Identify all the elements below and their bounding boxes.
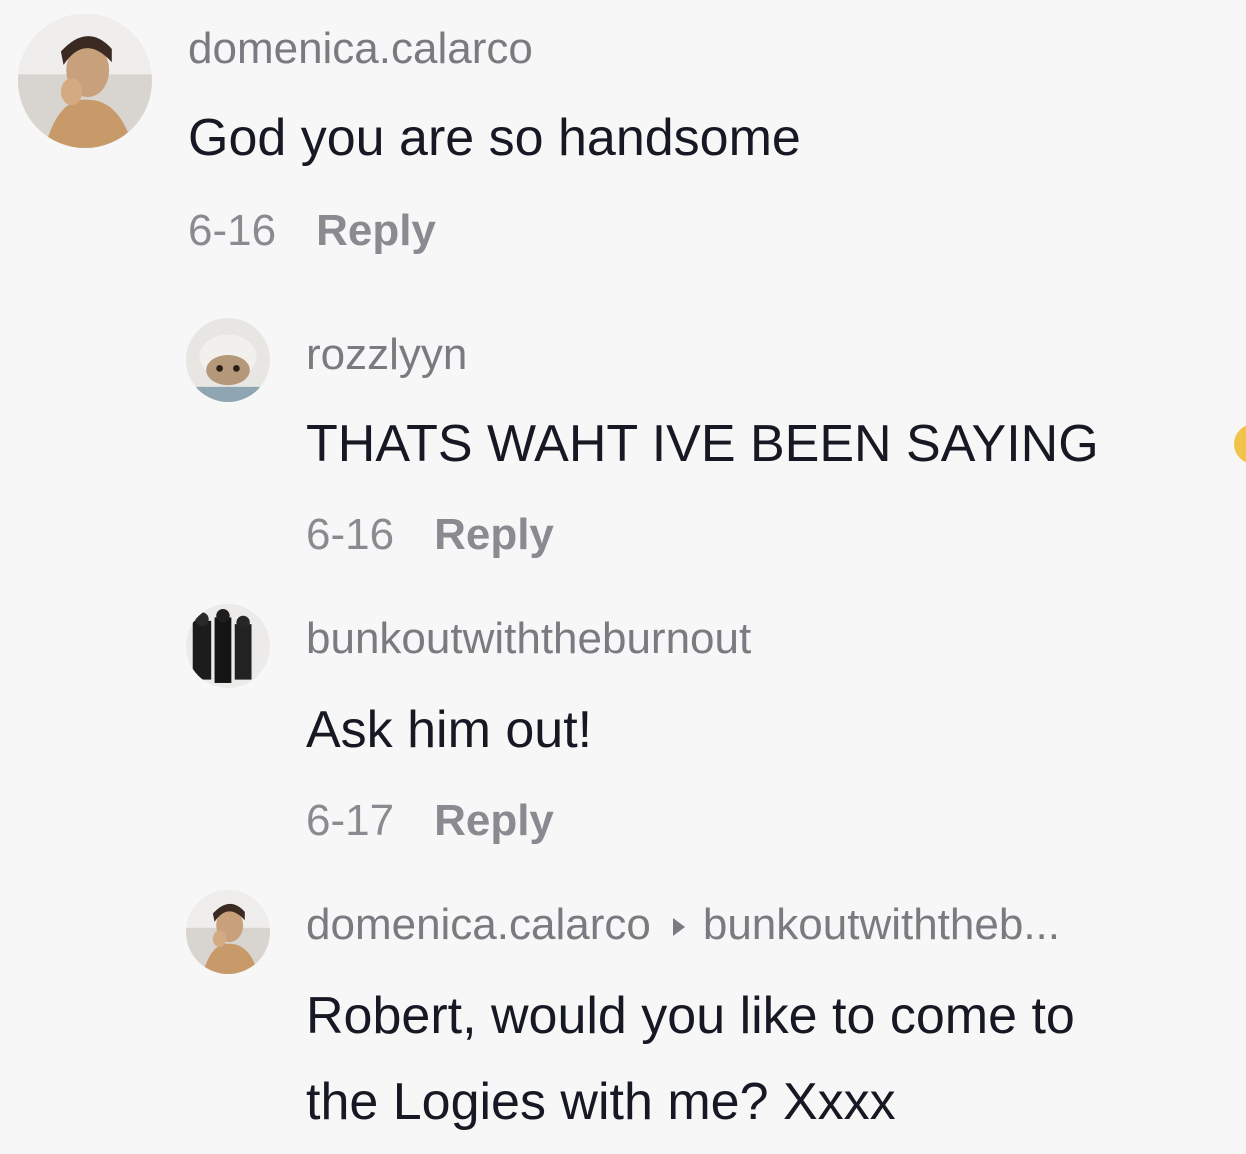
comment-username[interactable]: domenica.calarco: [306, 900, 651, 949]
comment-text-line: the Logies with me? Xxxx: [306, 1073, 896, 1131]
comment-text: THATS WAHT IVE BEEN SAYING: [306, 415, 1099, 473]
comment-username-line: domenica.calarco bunkoutwiththeb...: [306, 900, 1060, 950]
reply-to-username[interactable]: bunkoutwiththeb...: [703, 900, 1060, 949]
comment-text-line: Robert, would you like to come to: [306, 987, 1075, 1045]
reply-button[interactable]: Reply: [434, 510, 554, 559]
comment-username[interactable]: bunkoutwiththeburnout: [306, 614, 751, 664]
avatar[interactable]: [186, 604, 270, 688]
reply-button[interactable]: Reply: [434, 796, 554, 845]
comment-meta: 6-16 Reply: [188, 206, 436, 256]
reply-button[interactable]: Reply: [316, 206, 436, 255]
comment-date: 6-16: [306, 510, 395, 559]
comment-meta: 6-16 Reply: [306, 510, 554, 560]
avatar[interactable]: [186, 890, 270, 974]
comment-text: God you are so handsome: [188, 109, 801, 167]
comment-meta: 6-17 Reply: [306, 796, 554, 846]
avatar[interactable]: [186, 318, 270, 402]
comment-date: 6-17: [306, 796, 395, 845]
caret-right-icon: [672, 918, 685, 937]
comment-text: Ask him out!: [306, 701, 593, 759]
comment-username[interactable]: rozzlyyn: [306, 330, 467, 380]
emoji-icon: [1234, 424, 1246, 464]
comment-date: 6-16: [188, 206, 277, 255]
avatar[interactable]: [18, 14, 152, 148]
comment-username[interactable]: domenica.calarco: [188, 24, 533, 74]
